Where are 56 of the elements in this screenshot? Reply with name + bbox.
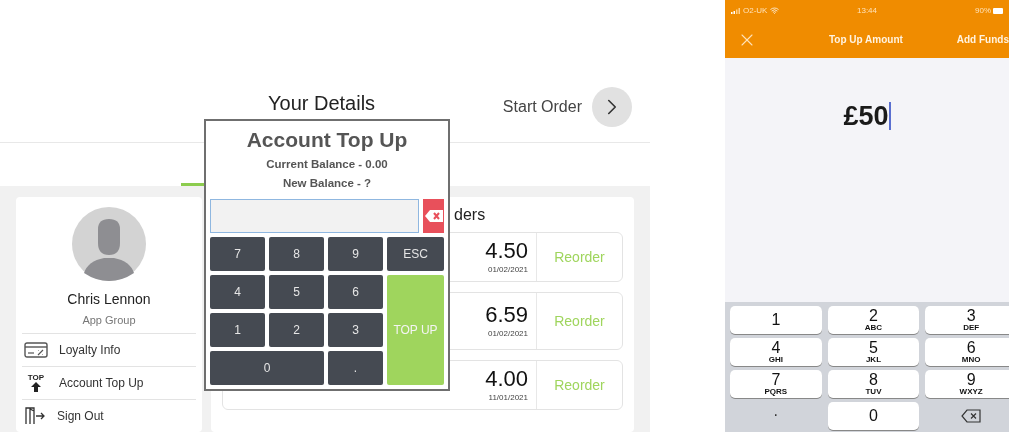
door-exit-icon: [24, 406, 46, 425]
order-price: 4.00: [485, 366, 528, 392]
avatar-icon: [72, 207, 146, 281]
chevron-right-icon: [592, 87, 632, 127]
new-balance: New Balance - ?: [282, 176, 372, 192]
escape-key[interactable]: ESC: [387, 236, 444, 271]
keypad-key[interactable]: 7: [210, 236, 265, 271]
dialog-title: Account Top Up: [246, 127, 408, 153]
user-name: Chris Lennon: [67, 290, 151, 309]
backspace-icon: [424, 209, 443, 222]
keypad-key[interactable]: 6: [328, 274, 383, 309]
order-date: 01/02/2021: [487, 328, 528, 340]
keyboard-key[interactable]: 6 MNO: [925, 338, 1009, 366]
keypad-key[interactable]: 9: [328, 236, 383, 271]
page-title: Your Details: [268, 91, 376, 116]
delete-button[interactable]: [423, 198, 444, 233]
keyboard-key[interactable]: 2 ABC: [827, 306, 920, 334]
keypad-key[interactable]: 4: [210, 274, 265, 309]
start-order-button[interactable]: Start Order: [502, 87, 632, 127]
keypad-key[interactable]: 2: [269, 312, 324, 347]
keyboard-key[interactable]: .: [730, 402, 822, 430]
keyboard-key[interactable]: 1: [730, 306, 822, 334]
clock: 13:44: [856, 4, 878, 17]
keyboard-key[interactable]: 8 TUV: [827, 370, 920, 398]
screen-title: Top Up Amount: [829, 33, 903, 47]
order-price: 6.59: [485, 302, 528, 328]
wifi-icon: [770, 6, 780, 15]
user-group: App Group: [82, 312, 136, 329]
keypad-key[interactable]: 1: [210, 312, 265, 347]
battery-percent: 90%: [975, 4, 991, 17]
keyboard-key[interactable]: 5 JKL: [827, 338, 920, 366]
keyboard-key[interactable]: 4 GHI: [730, 338, 822, 366]
keypad-key[interactable]: 0: [210, 350, 324, 385]
amount-field[interactable]: £50: [843, 100, 891, 132]
keypad-key[interactable]: .: [328, 350, 383, 385]
keyboard-key[interactable]: 0: [827, 402, 920, 430]
amount-input[interactable]: [210, 198, 419, 233]
menu-item[interactable]: Loyalty Info: [22, 332, 196, 366]
order-date: 01/02/2021: [487, 264, 528, 276]
carrier-name: O2-UK: [743, 4, 768, 17]
order-date: 11/01/2021: [488, 392, 528, 404]
keyboard-key[interactable]: 9 WXYZ: [925, 370, 1009, 398]
current-balance: Current Balance - 0.00: [266, 157, 388, 172]
menu-item[interactable]: Sign Out: [22, 398, 196, 432]
battery-icon: [993, 7, 1003, 14]
keyboard-key[interactable]: 7 PQRS: [730, 370, 822, 398]
keypad-key[interactable]: 8: [269, 236, 324, 271]
orders-title: ders: [454, 205, 487, 225]
order-price: 4.50: [485, 238, 528, 264]
keyboard-key[interactable]: 3 DEF: [925, 306, 1009, 334]
signal-icon: [731, 7, 740, 14]
keypad-key[interactable]: 5: [269, 274, 324, 309]
menu-item[interactable]: TOP Account Top Up: [22, 365, 196, 399]
backspace-icon: [961, 409, 982, 423]
card-icon: [24, 341, 48, 358]
keypad-key[interactable]: 3: [328, 312, 383, 347]
